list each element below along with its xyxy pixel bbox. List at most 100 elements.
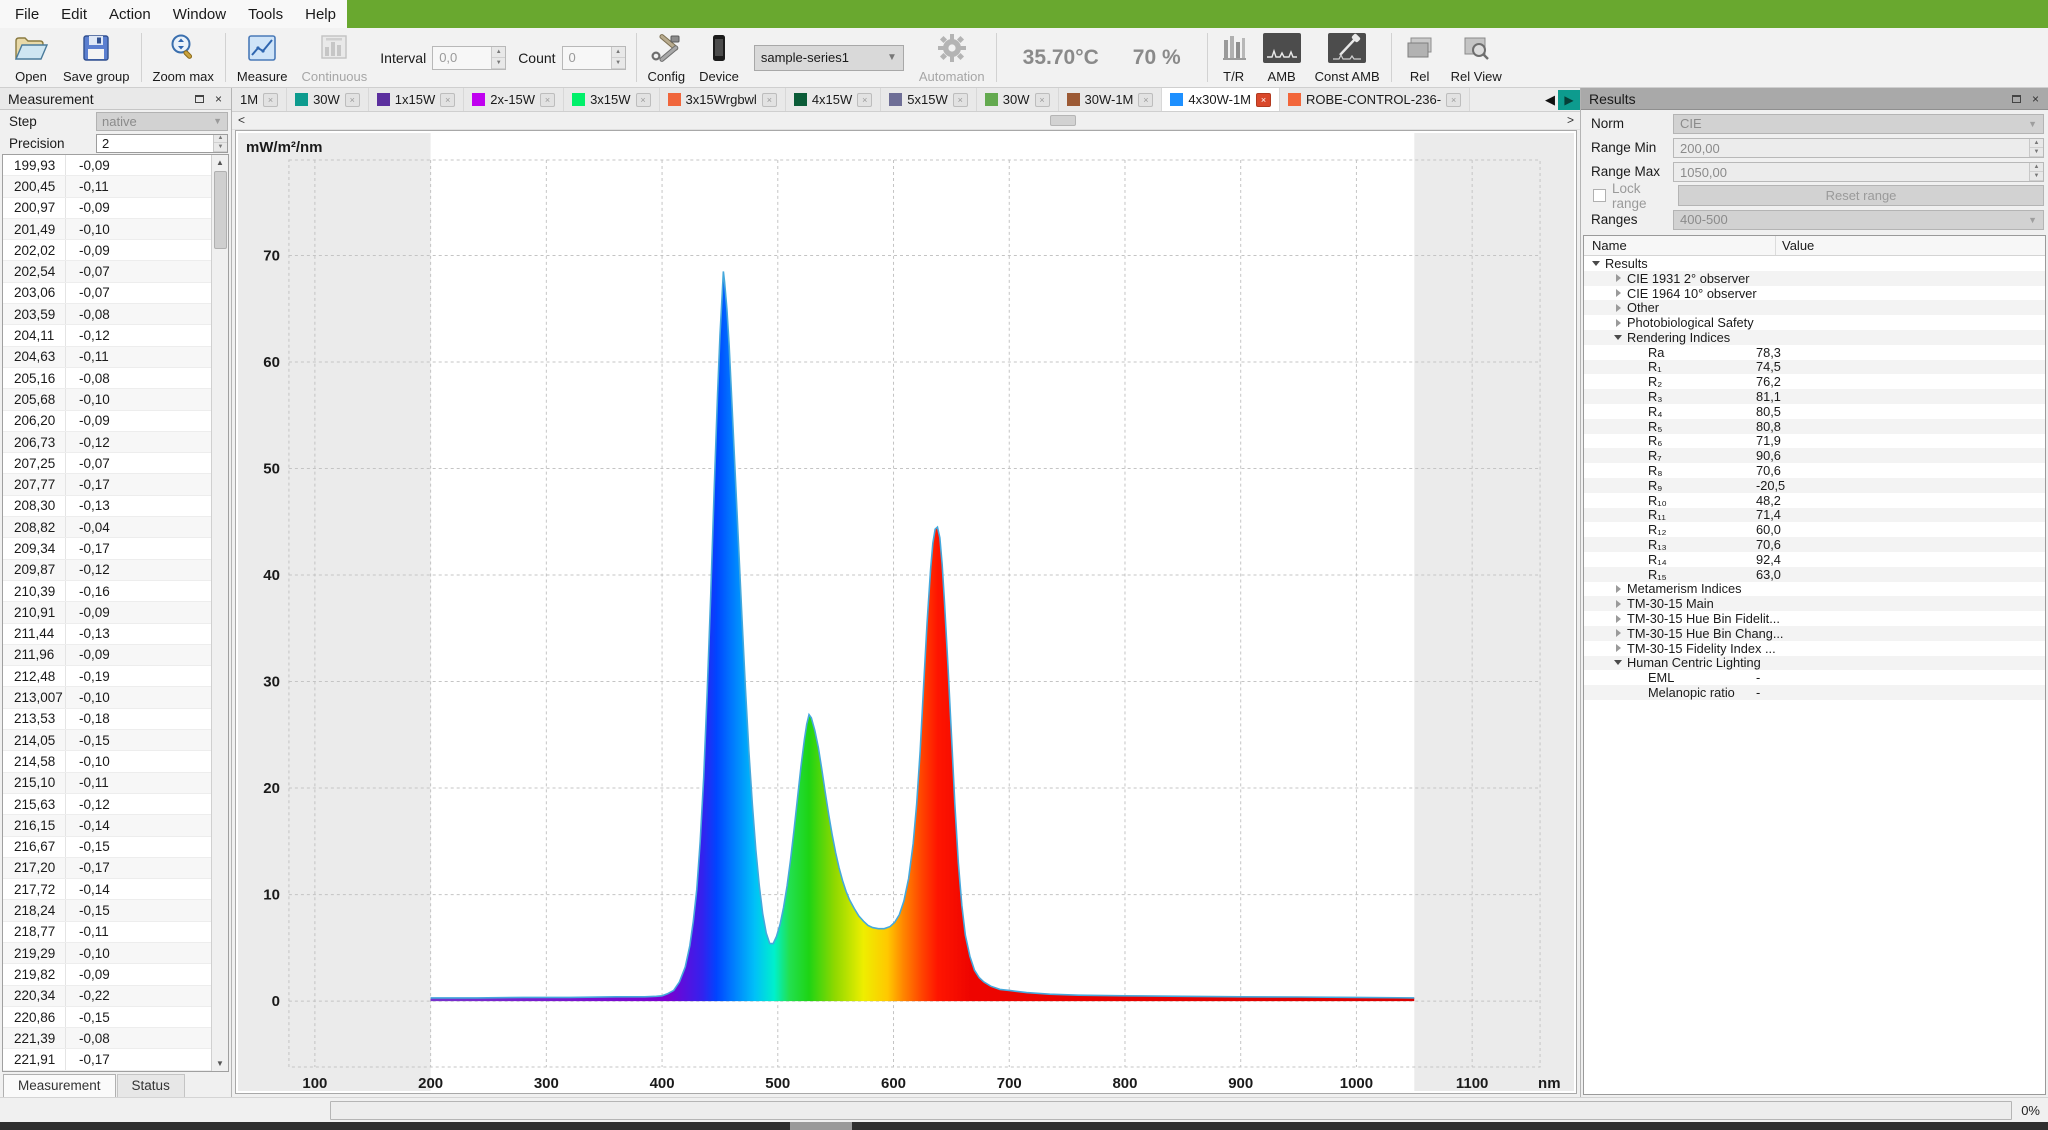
chevron-down-icon[interactable] bbox=[1590, 261, 1602, 266]
measurement-row[interactable]: 212,48-0,19 bbox=[3, 666, 211, 687]
measurement-row[interactable]: 216,15-0,14 bbox=[3, 815, 211, 836]
measurement-row[interactable]: 205,68-0,10 bbox=[3, 389, 211, 410]
measurement-row[interactable]: 213,007-0,10 bbox=[3, 687, 211, 708]
measurement-row[interactable]: 209,87-0,12 bbox=[3, 560, 211, 581]
chevron-down-icon[interactable] bbox=[1612, 335, 1624, 340]
zoom-max-button[interactable]: Zoom max bbox=[146, 28, 221, 87]
device-button[interactable]: Device bbox=[692, 28, 746, 87]
tree-row[interactable]: Photobiological Safety bbox=[1584, 315, 2045, 330]
measurement-row[interactable]: 205,16-0,08 bbox=[3, 368, 211, 389]
float-panel-icon[interactable] bbox=[192, 92, 207, 106]
menu-tools[interactable]: Tools bbox=[237, 2, 294, 27]
measurement-row[interactable]: 202,02-0,09 bbox=[3, 240, 211, 261]
measurement-row[interactable]: 209,34-0,17 bbox=[3, 538, 211, 559]
range-min-spinner[interactable]: ▲▼ bbox=[2029, 139, 2043, 157]
tree-row[interactable]: R₁74,5 bbox=[1584, 360, 2045, 375]
open-button[interactable]: Open bbox=[6, 28, 56, 87]
chevron-right-icon[interactable] bbox=[1612, 615, 1624, 623]
close-panel-icon[interactable]: × bbox=[2028, 92, 2043, 106]
spin-up-icon[interactable]: ▲ bbox=[2030, 163, 2043, 172]
reset-range-button[interactable]: Reset range bbox=[1678, 185, 2044, 206]
measurement-row[interactable]: 203,59-0,08 bbox=[3, 304, 211, 325]
scroll-down-icon[interactable]: ▼ bbox=[216, 1056, 224, 1071]
measurement-row[interactable]: 206,73-0,12 bbox=[3, 432, 211, 453]
chevron-right-icon[interactable]: > bbox=[1567, 113, 1574, 127]
series-tab[interactable]: 4x15W× bbox=[786, 88, 881, 111]
tree-row[interactable]: Melanopic ratio- bbox=[1584, 685, 2045, 700]
range-max-input[interactable]: 1050,00 ▲▼ bbox=[1673, 162, 2044, 182]
tree-row[interactable]: R₃81,1 bbox=[1584, 389, 2045, 404]
menu-window[interactable]: Window bbox=[162, 2, 237, 27]
tree-row[interactable]: R₁₂60,0 bbox=[1584, 522, 2045, 537]
menu-file[interactable]: File bbox=[4, 2, 50, 27]
measurement-row[interactable]: 217,72-0,14 bbox=[3, 879, 211, 900]
measurement-row[interactable]: 208,30-0,13 bbox=[3, 496, 211, 517]
measurement-row[interactable]: 215,10-0,11 bbox=[3, 773, 211, 794]
chevron-right-icon[interactable] bbox=[1612, 585, 1624, 593]
tree-row[interactable]: TM-30-15 Fidelity Index ... bbox=[1584, 641, 2045, 656]
column-name[interactable]: Name bbox=[1584, 236, 1776, 255]
series-tab[interactable]: 3x15Wrgbwl× bbox=[660, 88, 786, 111]
spin-up-icon[interactable]: ▲ bbox=[2030, 139, 2043, 148]
save-group-button[interactable]: Save group bbox=[56, 28, 137, 87]
amb-button[interactable]: AMB bbox=[1256, 28, 1308, 87]
config-button[interactable]: Config bbox=[641, 28, 693, 87]
chevron-right-icon[interactable] bbox=[1612, 289, 1624, 297]
rel-view-button[interactable]: Rel View bbox=[1444, 28, 1509, 87]
tree-row[interactable]: TM-30-15 Hue Bin Fidelit... bbox=[1584, 611, 2045, 626]
chevron-right-icon[interactable] bbox=[1612, 319, 1624, 327]
tree-row[interactable]: CIE 1931 2° observer bbox=[1584, 271, 2045, 286]
tree-row[interactable]: R₉-20,5 bbox=[1584, 478, 2045, 493]
measurement-row[interactable]: 210,91-0,09 bbox=[3, 602, 211, 623]
measurement-row[interactable]: 218,24-0,15 bbox=[3, 900, 211, 921]
tab-close-icon[interactable]: × bbox=[953, 93, 968, 107]
tree-row[interactable]: R₆71,9 bbox=[1584, 434, 2045, 449]
tab-close-icon[interactable]: × bbox=[857, 93, 872, 107]
precision-spinner[interactable]: ▲▼ bbox=[213, 135, 227, 152]
tab-close-icon[interactable]: × bbox=[1138, 93, 1153, 107]
measurement-row[interactable]: 219,82-0,09 bbox=[3, 964, 211, 985]
tab-close-icon[interactable]: × bbox=[440, 93, 455, 107]
spin-down-icon[interactable]: ▼ bbox=[492, 58, 505, 69]
tree-row[interactable]: R₁₁71,4 bbox=[1584, 508, 2045, 523]
tree-row[interactable]: CIE 1964 10° observer bbox=[1584, 286, 2045, 301]
measurement-row[interactable]: 218,77-0,11 bbox=[3, 922, 211, 943]
tree-row[interactable]: Metamerism Indices bbox=[1584, 582, 2045, 597]
norm-dropdown[interactable]: CIE ▼ bbox=[1673, 114, 2044, 134]
measurement-row[interactable]: 213,53-0,18 bbox=[3, 709, 211, 730]
tab-close-icon[interactable]: × bbox=[1446, 93, 1461, 107]
lock-range-checkbox[interactable] bbox=[1593, 189, 1606, 202]
step-dropdown[interactable]: native ▼ bbox=[96, 112, 228, 131]
measurement-row[interactable]: 207,77-0,17 bbox=[3, 474, 211, 495]
chevron-right-icon[interactable] bbox=[1612, 304, 1624, 312]
tab-close-icon[interactable]: × bbox=[263, 93, 278, 107]
value-list-scrollbar[interactable]: ▲ ▼ bbox=[211, 155, 228, 1071]
measure-button[interactable]: Measure bbox=[230, 28, 295, 87]
precision-input[interactable]: 2 ▲▼ bbox=[96, 134, 228, 153]
series-tab[interactable]: 5x15W× bbox=[881, 88, 976, 111]
measurement-row[interactable]: 206,20-0,09 bbox=[3, 411, 211, 432]
series-tab[interactable]: 30W× bbox=[287, 88, 369, 111]
tab-scroll-left-icon[interactable]: ◀ bbox=[1542, 92, 1558, 108]
range-min-input[interactable]: 200,00 ▲▼ bbox=[1673, 138, 2044, 158]
tree-row[interactable]: R₁₄92,4 bbox=[1584, 552, 2045, 567]
measurement-row[interactable]: 221,39-0,08 bbox=[3, 1028, 211, 1049]
menu-help[interactable]: Help bbox=[294, 2, 347, 27]
measurement-row[interactable]: 216,67-0,15 bbox=[3, 837, 211, 858]
measurement-row[interactable]: 219,29-0,10 bbox=[3, 943, 211, 964]
series-tab[interactable]: 30W× bbox=[977, 88, 1059, 111]
measurement-row[interactable]: 203,06-0,07 bbox=[3, 283, 211, 304]
tree-row[interactable]: Results bbox=[1584, 256, 2045, 271]
measurement-row[interactable]: 207,25-0,07 bbox=[3, 453, 211, 474]
menu-action[interactable]: Action bbox=[98, 2, 162, 27]
continuous-button[interactable]: Continuous bbox=[294, 28, 374, 87]
measurement-row[interactable]: 202,54-0,07 bbox=[3, 261, 211, 282]
spin-up-icon[interactable]: ▲ bbox=[492, 47, 505, 58]
chart-scrollbar-thumb[interactable] bbox=[1050, 115, 1076, 126]
spin-down-icon[interactable]: ▼ bbox=[214, 143, 227, 152]
measurement-row[interactable]: 200,97-0,09 bbox=[3, 198, 211, 219]
measurement-row[interactable]: 204,63-0,11 bbox=[3, 347, 211, 368]
measurement-row[interactable]: 201,49-0,10 bbox=[3, 219, 211, 240]
tree-row[interactable]: Ra78,3 bbox=[1584, 345, 2045, 360]
column-value[interactable]: Value bbox=[1776, 238, 1814, 253]
